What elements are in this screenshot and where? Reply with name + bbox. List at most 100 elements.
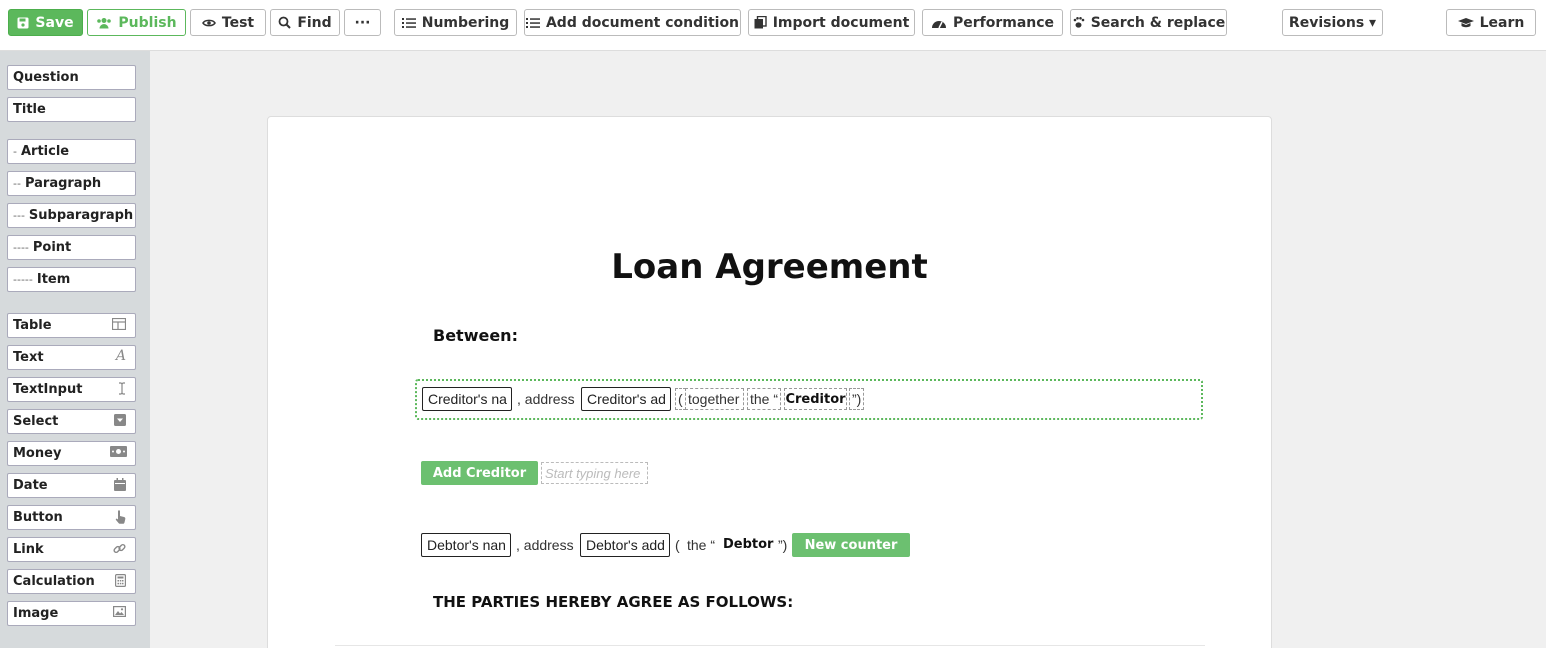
debtor-address-text: , address [516,537,574,553]
sidebar-item-label: Text [13,350,44,365]
top-toolbar: Save Publish Test Find ··· Numbering Add… [0,0,1546,51]
font-icon: A [115,348,126,364]
calculator-icon [115,574,127,591]
import-document-button[interactable]: Import document [748,9,915,36]
level-prefix: ----- [13,273,33,286]
sidebar-item-label: Question [13,70,79,85]
sidebar-item-label: Table [13,318,52,333]
find-label: Find [297,14,332,31]
add-condition-label: Add document condition [545,14,740,31]
together-text[interactable]: together [685,388,744,410]
sidebar-item-link[interactable]: Link [7,537,136,562]
sidebar-item-article[interactable]: - Article [7,139,136,164]
sidebar-item-label: Article [20,144,70,159]
parties-agree-heading[interactable]: THE PARTIES HEREBY AGREE AS FOLLOWS: [433,593,793,611]
level-prefix: - [13,145,17,158]
sidebar-item-table[interactable]: Table [7,313,136,338]
find-button[interactable]: Find [270,9,340,36]
money-bill-icon [110,446,127,461]
sidebar-item-label: Subparagraph [28,208,134,223]
sidebar-item-calculation[interactable]: Calculation [7,569,136,594]
publish-label: Publish [118,14,177,31]
sidebar-item-question[interactable]: Question [7,65,136,90]
link-icon [113,542,126,559]
the-quote-text[interactable]: the “ [747,388,781,410]
sidebar-item-date[interactable]: Date [7,473,136,498]
save-label: Save [35,14,74,31]
debtor-name-field[interactable]: Debtor's nan [421,533,511,557]
performance-label: Performance [952,14,1055,31]
close-quote-text[interactable]: ”) [849,388,865,410]
copy-icon [754,16,767,29]
tachometer-icon [931,17,947,29]
users-icon [96,17,112,29]
sidebar-item-textinput[interactable]: TextInput [7,377,136,402]
import-label: Import document [772,14,910,31]
caret-square-down-icon [114,414,126,430]
publish-button[interactable]: Publish [87,9,186,36]
calendar-icon [114,478,126,495]
sidebar-item-label: Select [13,414,59,429]
sidebar-item-money[interactable]: Money [7,441,136,466]
test-button[interactable]: Test [190,9,266,36]
sidebar-item-label: Date [13,478,48,493]
list-icon [525,17,540,29]
revisions-dropdown[interactable]: Revisions ▾ [1282,9,1383,36]
numbering-label: Numbering [421,14,510,31]
document-title[interactable]: Loan Agreement [268,247,1271,287]
creditor-party-block[interactable]: Creditor's na , address Creditor's ad ( … [415,379,1203,420]
sidebar-item-title[interactable]: Title [7,97,136,122]
more-button[interactable]: ··· [344,9,381,36]
creditor-label[interactable]: Creditor [784,388,847,410]
sidebar-item-label: Money [13,446,62,461]
image-icon [113,606,127,621]
creditor-address-field[interactable]: Creditor's ad [581,387,671,411]
debtor-the-quote: the “ [687,537,716,553]
sidebar-item-paragraph[interactable]: -- Paragraph [7,171,136,196]
eye-icon [201,18,216,28]
document-page: Loan Agreement Between: Creditor's na , … [267,116,1272,648]
performance-button[interactable]: Performance [922,9,1063,36]
floppy-disk-icon [17,17,29,29]
debtor-address-field[interactable]: Debtor's add [580,533,670,557]
search-replace-label: Search & replace [1090,14,1226,31]
debtor-close-quote: ”) [778,537,788,553]
new-counter-button[interactable]: New counter [792,533,910,557]
sidebar-item-point[interactable]: ---- Point [7,235,136,260]
learn-label: Learn [1479,14,1525,31]
address-text: , address [517,391,575,407]
sidebar-item-button[interactable]: Button [7,505,136,530]
graduation-cap-icon [1457,17,1474,29]
sidebar-item-item[interactable]: ----- Item [7,267,136,292]
sidebar-item-subparagraph[interactable]: --- Subparagraph [7,203,136,228]
sidebar-item-label: Title [13,102,46,117]
sidebar-item-select[interactable]: Select [7,409,136,434]
start-typing-placeholder[interactable]: Start typing here [541,462,648,484]
divider [335,645,1205,646]
sidebar-item-label: Image [13,606,59,621]
element-sidebar: Question Title - Article -- Paragraph --… [0,51,150,648]
level-prefix: ---- [13,241,29,254]
sidebar-item-label: Calculation [13,574,95,589]
save-button[interactable]: Save [8,9,83,36]
paw-icon [1072,16,1085,29]
add-creditor-button[interactable]: Add Creditor [421,461,538,485]
revisions-label: Revisions ▾ [1288,14,1377,31]
text-cursor-icon [118,382,126,399]
search-replace-button[interactable]: Search & replace [1070,9,1227,36]
sidebar-item-label: Item [36,272,71,287]
sidebar-item-text[interactable]: Text A [7,345,136,370]
numbering-button[interactable]: Numbering [394,9,517,36]
sidebar-item-label: Link [13,542,44,557]
level-prefix: --- [13,209,25,222]
sidebar-item-label: Button [13,510,63,525]
sidebar-item-label: Paragraph [24,176,102,191]
sidebar-item-image[interactable]: Image [7,601,136,626]
add-document-condition-button[interactable]: Add document condition [524,9,741,36]
list-ol-icon [401,17,416,29]
ellipsis-icon: ··· [354,14,371,31]
sidebar-item-label: Point [32,240,72,255]
between-heading[interactable]: Between: [433,326,518,345]
learn-button[interactable]: Learn [1446,9,1536,36]
creditor-name-field[interactable]: Creditor's na [422,387,512,411]
